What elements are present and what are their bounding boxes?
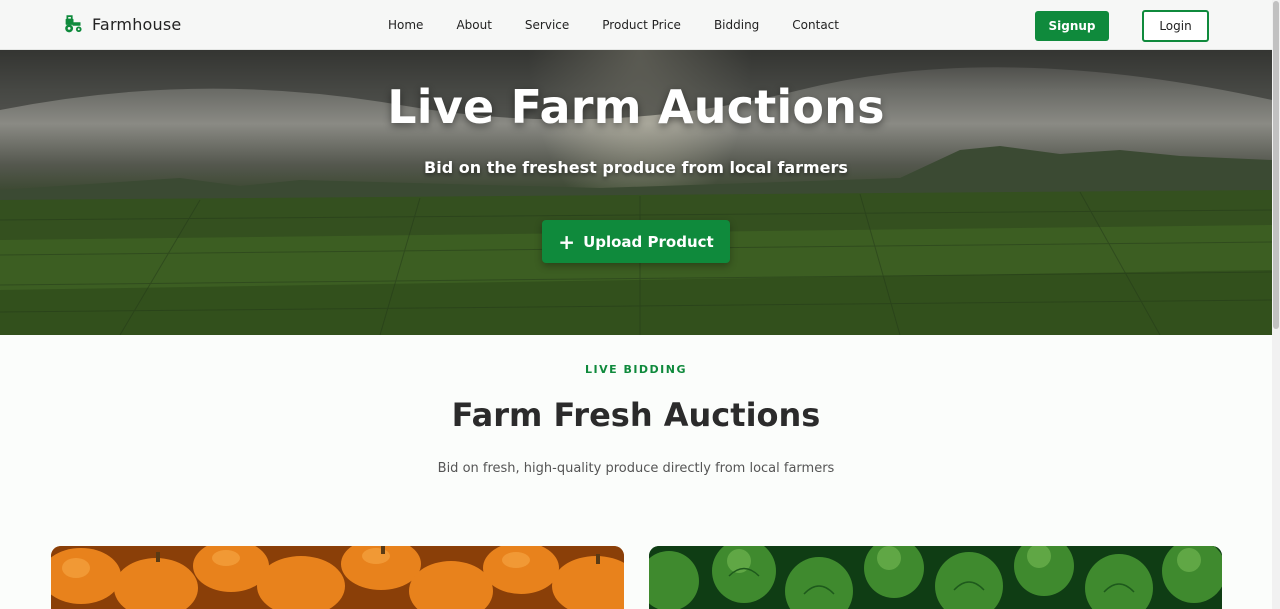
hero-title: Live Farm Auctions: [387, 80, 885, 134]
auction-card-brussels-sprouts[interactable]: [649, 546, 1222, 609]
nav-link-service[interactable]: Service: [525, 18, 569, 32]
nav-link-about[interactable]: About: [456, 18, 491, 32]
nav-link-bidding[interactable]: Bidding: [714, 18, 759, 32]
brand-name: Farmhouse: [92, 14, 182, 34]
section-description: Bid on fresh, high-quality produce direc…: [437, 461, 835, 476]
plus-icon: +: [558, 229, 576, 254]
pumpkins-image: [51, 546, 624, 609]
hero-subtitle: Bid on the freshest produce from local f…: [424, 158, 848, 177]
section-tag: LIVE BIDDING: [584, 363, 688, 376]
brussels-sprouts-image: [649, 546, 1222, 609]
nav-link-home[interactable]: Home: [388, 18, 423, 32]
brand[interactable]: Farmhouse: [63, 14, 181, 34]
upload-product-button[interactable]: + Upload Product: [542, 220, 730, 263]
hero-banner: Live Farm Auctions Bid on the freshest p…: [0, 50, 1272, 335]
signup-button[interactable]: Signup: [1035, 11, 1109, 41]
upload-product-label: Upload Product: [583, 232, 714, 251]
section-title: Farm Fresh Auctions: [451, 396, 821, 434]
page-scrollbar[interactable]: [1272, 0, 1280, 609]
login-button[interactable]: Login: [1142, 10, 1209, 42]
scrollbar-thumb[interactable]: [1273, 1, 1279, 329]
tractor-icon: [65, 15, 82, 33]
navbar: Farmhouse Home About Service Product Pri…: [0, 0, 1272, 50]
nav-link-contact[interactable]: Contact: [792, 18, 839, 32]
nav-link-product-price[interactable]: Product Price: [602, 18, 681, 32]
auction-card-pumpkins[interactable]: [51, 546, 624, 609]
nav-links: Home About Service Product Price Bidding…: [388, 18, 839, 32]
